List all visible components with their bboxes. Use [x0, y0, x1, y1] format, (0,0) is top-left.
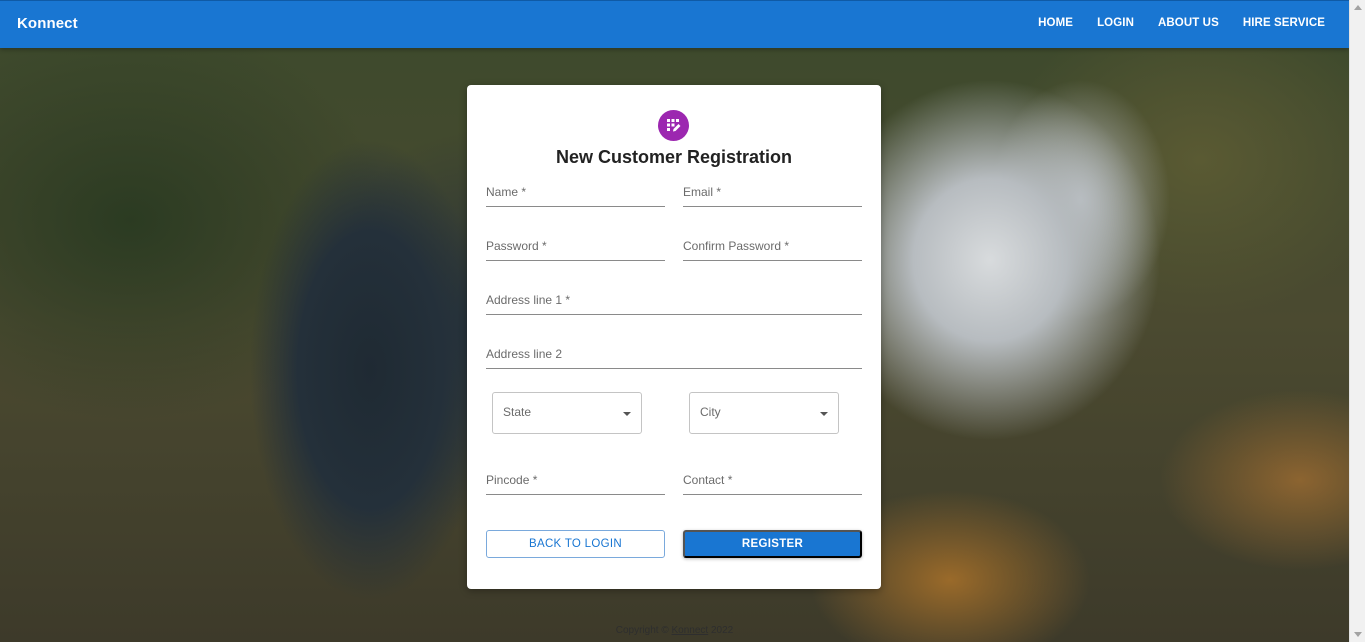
email-field[interactable]: Email *	[683, 185, 862, 207]
scroll-up-icon[interactable]	[1354, 5, 1362, 10]
password-field[interactable]: Password *	[486, 239, 665, 261]
register-button[interactable]: REGISTER	[683, 530, 862, 558]
footer-copyright: Copyright © Konnect 2022	[0, 625, 1349, 636]
email-label: Email *	[683, 185, 722, 199]
contact-label: Contact *	[683, 473, 733, 487]
address-line-1-field[interactable]: Address line 1 *	[486, 293, 862, 315]
copyright-year: 2022	[708, 625, 734, 636]
chevron-down-icon	[623, 412, 631, 416]
name-label: Name *	[486, 185, 527, 199]
password-label: Password *	[486, 239, 547, 253]
top-nav: HOME LOGIN ABOUT US HIRE SERVICE	[1014, 17, 1325, 29]
vertical-scrollbar[interactable]	[1349, 0, 1365, 642]
scroll-down-icon[interactable]	[1354, 632, 1362, 637]
address-line-2-label: Address line 2	[486, 347, 563, 361]
app-registration-icon	[667, 119, 681, 132]
footer-brand-link[interactable]: Konnect	[672, 625, 709, 636]
registration-card: New Customer Registration Name * Email *…	[467, 85, 881, 589]
nav-home[interactable]: HOME	[1038, 17, 1073, 29]
nav-about-us[interactable]: ABOUT US	[1158, 17, 1219, 29]
app-bar: Konnect HOME LOGIN ABOUT US HIRE SERVICE	[0, 0, 1349, 48]
state-select[interactable]: State	[492, 392, 642, 434]
brand-logo[interactable]: Konnect	[17, 15, 78, 32]
page-title: New Customer Registration	[555, 147, 793, 167]
pincode-label: Pincode *	[486, 473, 538, 487]
pincode-field[interactable]: Pincode *	[486, 473, 665, 495]
contact-field[interactable]: Contact *	[683, 473, 862, 495]
nav-login[interactable]: LOGIN	[1097, 17, 1134, 29]
back-to-login-button[interactable]: BACK TO LOGIN	[486, 530, 665, 558]
confirm-password-field[interactable]: Confirm Password *	[683, 239, 862, 261]
chevron-down-icon	[820, 412, 828, 416]
name-field[interactable]: Name *	[486, 185, 665, 207]
city-label: City	[700, 405, 721, 419]
state-label: State	[503, 405, 532, 419]
nav-hire-service[interactable]: HIRE SERVICE	[1243, 17, 1325, 29]
address-line-2-field[interactable]: Address line 2	[486, 347, 862, 369]
city-select[interactable]: City	[689, 392, 839, 434]
avatar	[658, 110, 689, 141]
address-line-1-label: Address line 1 *	[486, 293, 571, 307]
confirm-password-label: Confirm Password *	[683, 239, 790, 253]
copyright-prefix: Copyright ©	[615, 625, 672, 636]
